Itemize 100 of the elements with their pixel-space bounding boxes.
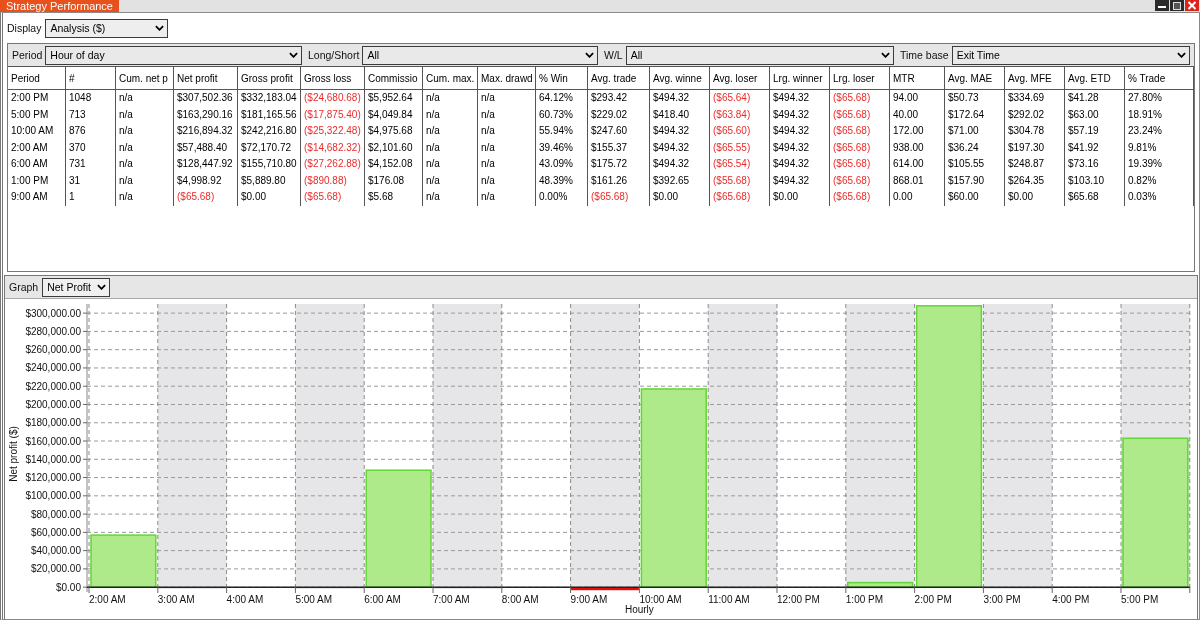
table-cell: $0.00 (770, 189, 830, 206)
x-axis-label: 4:00 AM (226, 594, 264, 605)
table-cell: $157.90 (945, 172, 1005, 189)
table-cell: ($65.60) (710, 123, 770, 140)
minimize-icon[interactable] (1155, 0, 1169, 11)
graph-dropdown[interactable]: Net Profit (42, 277, 111, 297)
table-cell: $494.32 (650, 90, 710, 107)
table-cell: 39.46% (536, 139, 588, 156)
table-cell: $2,101.60 (365, 139, 423, 156)
table-cell: $71.00 (945, 123, 1005, 140)
filter-label: Time base (900, 49, 949, 61)
filter-dropdown[interactable]: All (362, 45, 598, 65)
table-cell: $161.26 (588, 172, 650, 189)
table-cell: 31 (66, 172, 116, 189)
column-header[interactable]: Avg. winne (650, 67, 710, 89)
y-axis-label: $140,000.00 (25, 453, 81, 465)
table-cell: n/a (478, 106, 536, 123)
chevron-down-icon (881, 52, 890, 58)
table-cell: $57.19 (1065, 123, 1125, 140)
window-title: Strategy Performance (0, 0, 119, 12)
y-axis-label: $120,000.00 (25, 472, 81, 484)
table-cell: n/a (423, 90, 478, 107)
table-cell: $494.32 (650, 123, 710, 140)
table-cell: n/a (478, 139, 536, 156)
table-cell: $128,447.92 (174, 156, 238, 173)
column-header[interactable]: Net profit (174, 67, 238, 89)
table-cell: $494.32 (770, 106, 830, 123)
restore-icon[interactable] (1170, 0, 1184, 11)
table-cell: $172.64 (945, 106, 1005, 123)
column-header[interactable]: % Trade (1125, 67, 1194, 89)
table-cell: ($65.68) (830, 106, 890, 123)
y-axis-label: $260,000.00 (25, 344, 81, 356)
table-cell: 1048 (66, 90, 116, 107)
table-cell: n/a (423, 156, 478, 173)
table-cell: n/a (116, 123, 174, 140)
column-header[interactable]: Gross loss (301, 67, 365, 89)
table-cell: ($55.68) (710, 172, 770, 189)
x-axis-label: 9:00 AM (570, 594, 608, 605)
column-header[interactable]: Cum. net p (116, 67, 174, 89)
x-axis-label: 5:00 PM (1121, 594, 1159, 605)
table-cell: ($65.68) (174, 189, 238, 206)
column-header[interactable]: Avg. MAE (945, 67, 1005, 89)
chevron-down-icon (585, 52, 594, 58)
table-cell: 868.01 (890, 172, 945, 189)
filter-label: Long/Short (308, 49, 360, 61)
column-header[interactable]: MTR (890, 67, 945, 89)
table-cell: $36.24 (945, 139, 1005, 156)
display-dropdown[interactable]: Analysis ($) (45, 18, 169, 38)
column-header[interactable]: Commissio (365, 67, 423, 89)
x-axis-label: 5:00 AM (295, 594, 333, 605)
table-cell: $216,894.32 (174, 123, 238, 140)
filter-label: W/L (604, 49, 623, 61)
column-header[interactable]: Avg. loser (710, 67, 770, 89)
table-cell: $0.00 (650, 189, 710, 206)
table-cell: 48.39% (536, 172, 588, 189)
table-cell: 60.73% (536, 106, 588, 123)
column-header[interactable]: Avg. trade (588, 67, 650, 89)
column-header[interactable]: Lrg. loser (830, 67, 890, 89)
table-cell: $494.32 (650, 139, 710, 156)
x-axis-label: 3:00 AM (157, 594, 195, 605)
column-header[interactable]: Avg. MFE (1005, 67, 1065, 89)
table-cell: ($63.84) (710, 106, 770, 123)
filter-dropdown[interactable]: Exit Time (951, 45, 1190, 65)
table-cell: 10:00 AM (8, 123, 66, 140)
column-header[interactable]: Period (8, 67, 66, 89)
table-cell: n/a (116, 156, 174, 173)
table-cell: $0.00 (238, 189, 301, 206)
x-axis-label: 2:00 AM (89, 594, 126, 605)
table-cell: $176.08 (365, 172, 423, 189)
table-cell: $197.30 (1005, 139, 1065, 156)
table-cell: 43.09% (536, 156, 588, 173)
column-header[interactable]: Gross profit (238, 67, 301, 89)
column-header[interactable]: # (66, 67, 116, 89)
filter-dropdown[interactable]: All (625, 45, 894, 65)
filter-dropdown[interactable]: Hour of day (45, 45, 302, 65)
table-cell: ($65.68) (830, 156, 890, 173)
column-header[interactable]: Avg. ETD (1065, 67, 1125, 89)
table-cell: 23.24% (1125, 123, 1194, 140)
table-cell: $155,710.80 (238, 156, 301, 173)
table-cell: $60.00 (945, 189, 1005, 206)
table-cell: $307,502.36 (174, 90, 238, 107)
column-header[interactable]: Cum. max. (423, 67, 478, 89)
close-icon[interactable] (1185, 0, 1199, 11)
x-axis-label: 1:00 PM (845, 594, 884, 605)
table-cell: $4,152.08 (365, 156, 423, 173)
table-cell: $247.60 (588, 123, 650, 140)
y-axis-label: $160,000.00 (25, 435, 81, 447)
column-header[interactable]: Max. drawd (478, 67, 536, 89)
y-axis-label: $80,000.00 (30, 508, 81, 520)
column-header[interactable]: % Win (536, 67, 588, 89)
table-cell: $181,165.56 (238, 106, 301, 123)
table-cell: 938.00 (890, 139, 945, 156)
x-axis-label: 3:00 PM (983, 594, 1021, 605)
table-cell: ($65.68) (830, 172, 890, 189)
table-cell: n/a (116, 172, 174, 189)
table-cell: 27.80% (1125, 90, 1194, 107)
table-cell: n/a (116, 139, 174, 156)
column-header[interactable]: Lrg. winner (770, 67, 830, 89)
table-cell: $292.02 (1005, 106, 1065, 123)
table-cell: 64.12% (536, 90, 588, 107)
